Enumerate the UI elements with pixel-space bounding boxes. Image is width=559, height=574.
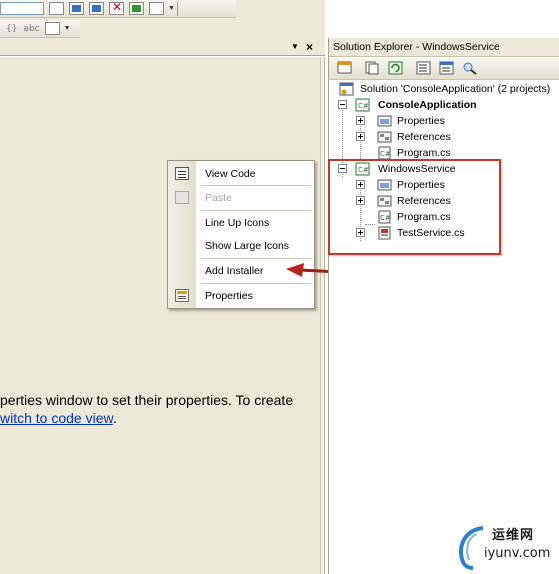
spellcheck-icon[interactable]: abc bbox=[23, 24, 39, 34]
menu-item-label: Show Large Icons bbox=[205, 240, 290, 252]
view-code-icon bbox=[175, 167, 189, 180]
menu-separator bbox=[201, 283, 311, 284]
solution-explorer-title: Solution Explorer - WindowsService bbox=[333, 41, 500, 53]
solution-explorer-title-bar: Solution Explorer - WindowsService bbox=[329, 38, 559, 57]
node-label: Properties bbox=[397, 115, 445, 127]
refresh-icon[interactable] bbox=[388, 61, 404, 75]
context-menu: View Code Paste Line Up Icons Show Large… bbox=[167, 160, 315, 309]
menu-separator bbox=[201, 258, 311, 259]
csharp-file-icon: C# bbox=[378, 146, 391, 160]
check-icon[interactable] bbox=[129, 2, 144, 15]
view-designer-icon[interactable] bbox=[439, 61, 455, 75]
menu-separator bbox=[201, 185, 311, 186]
solution-label: Solution 'ConsoleApplication' (2 project… bbox=[360, 83, 551, 95]
menu-item-view-code[interactable]: View Code bbox=[168, 163, 314, 185]
component-designer-surface[interactable]: perties window to set their properties. … bbox=[0, 57, 325, 574]
menu-item-line-up-icons[interactable]: Line Up Icons bbox=[168, 212, 314, 234]
delete-icon[interactable] bbox=[109, 0, 124, 15]
tree-node-references[interactable]: References bbox=[329, 129, 559, 145]
annotation-highlight-box bbox=[328, 159, 501, 255]
text-editor-toolbar: {} abc ▼ bbox=[0, 20, 80, 38]
designer-hint-end: . bbox=[112, 410, 117, 426]
designer-header: ▼ × bbox=[0, 40, 325, 56]
tree-node-project-console[interactable]: C# ConsoleApplication bbox=[329, 97, 559, 113]
expand-icon[interactable] bbox=[356, 116, 365, 125]
menu-item-show-large-icons[interactable]: Show Large Icons bbox=[168, 235, 314, 257]
tree-node-solution[interactable]: Solution 'ConsoleApplication' (2 project… bbox=[329, 81, 559, 97]
designer-hint-line1: perties window to set their properties. … bbox=[0, 392, 294, 408]
expand-icon[interactable] bbox=[356, 132, 365, 141]
switch-to-code-view-link[interactable]: witch to code view bbox=[0, 410, 113, 426]
menu-item-label: Paste bbox=[205, 192, 232, 204]
tree-node-properties[interactable]: Properties bbox=[329, 113, 559, 129]
toolbar-overflow-icon[interactable]: ▼ bbox=[168, 5, 175, 12]
solution-explorer: Solution Explorer - WindowsService Solut… bbox=[328, 38, 559, 574]
menu-item-label: Add Installer bbox=[205, 265, 264, 277]
panel-edge bbox=[320, 57, 324, 574]
class-diagram-icon[interactable] bbox=[462, 61, 478, 75]
svg-text:C#: C# bbox=[358, 102, 369, 110]
window-position-icon[interactable]: ▼ bbox=[291, 42, 299, 51]
csharp-project-icon: C# bbox=[355, 98, 370, 112]
properties-icon bbox=[175, 289, 189, 302]
solution-icon bbox=[339, 82, 354, 96]
node-label: References bbox=[397, 131, 451, 143]
standard-toolbar: ▼ bbox=[0, 0, 236, 18]
show-all-files-icon[interactable] bbox=[364, 61, 380, 75]
clipboard-icon[interactable] bbox=[44, 22, 60, 35]
svg-text:C#: C# bbox=[380, 150, 391, 158]
panel-icon[interactable] bbox=[149, 2, 164, 15]
window-icon[interactable] bbox=[69, 2, 84, 15]
toolbar-grip[interactable] bbox=[176, 1, 183, 16]
menu-separator bbox=[201, 210, 311, 211]
designer-hint-text: perties window to set their properties. … bbox=[0, 391, 320, 427]
paste-icon bbox=[175, 191, 189, 204]
find-icon[interactable] bbox=[49, 2, 64, 15]
collapse-icon[interactable] bbox=[338, 100, 347, 109]
menu-item-label: Line Up Icons bbox=[205, 217, 270, 229]
project-label: ConsoleApplication bbox=[378, 99, 477, 111]
mail-icon[interactable] bbox=[89, 2, 104, 15]
toolbar-area: ▼ {} abc ▼ bbox=[0, 0, 325, 40]
solution-tree: Solution 'ConsoleApplication' (2 project… bbox=[329, 81, 559, 574]
menu-item-label: View Code bbox=[205, 168, 256, 180]
node-label: Program.cs bbox=[397, 147, 451, 159]
menu-item-properties[interactable]: Properties bbox=[168, 285, 314, 307]
solution-explorer-toolbar bbox=[329, 58, 559, 80]
watermark-logo: 运维网 iyunv.com bbox=[455, 520, 559, 574]
view-code-icon[interactable] bbox=[416, 61, 432, 75]
watermark-text-cn: 运维网 bbox=[492, 528, 535, 543]
toolbar-overflow-icon-2[interactable]: ▼ bbox=[64, 25, 71, 32]
close-icon[interactable]: × bbox=[306, 40, 313, 54]
references-folder-icon bbox=[377, 131, 392, 143]
watermark-text-en: iyunv.com bbox=[484, 546, 551, 561]
properties-folder-icon bbox=[377, 115, 392, 127]
properties-window-icon[interactable] bbox=[337, 61, 353, 75]
menu-item-paste: Paste bbox=[168, 187, 314, 209]
format-braces-icon[interactable]: {} bbox=[6, 24, 17, 34]
menu-item-label: Properties bbox=[205, 290, 253, 302]
solution-config-combo[interactable] bbox=[0, 2, 44, 15]
